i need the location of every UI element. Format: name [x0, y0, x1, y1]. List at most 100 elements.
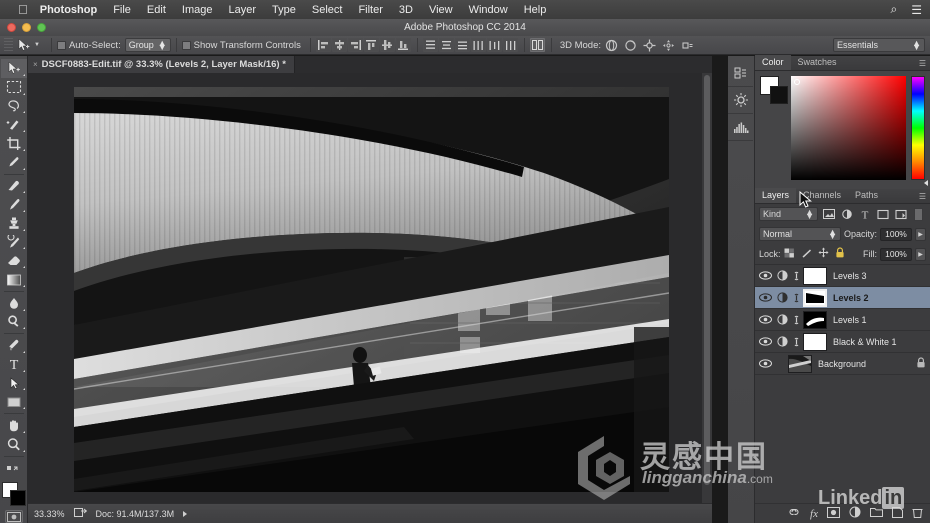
crop-tool[interactable] [1, 134, 27, 153]
canvas-vertical-scrollbar[interactable] [702, 73, 712, 503]
spot-healing-brush-tool[interactable] [1, 176, 27, 195]
fill-stepper[interactable]: ▶ [915, 247, 926, 261]
3d-roll-icon[interactable] [624, 39, 637, 52]
hue-slider[interactable] [911, 76, 925, 180]
apple-menu-icon[interactable]:  [18, 3, 28, 16]
close-icon[interactable]: × [33, 60, 38, 69]
menu-item-3d[interactable]: 3D [399, 4, 413, 16]
layer-visibility-icon[interactable] [755, 359, 775, 368]
layer-visibility-icon[interactable] [755, 315, 775, 324]
align-horizontal-centers-button[interactable] [331, 38, 347, 52]
color-panel-swatches[interactable] [760, 76, 788, 104]
delete-layer-icon[interactable] [912, 507, 923, 521]
auto-align-layers-button[interactable] [529, 38, 545, 52]
eyedropper-tool[interactable] [1, 153, 27, 172]
auto-select-checkbox[interactable] [56, 40, 66, 50]
tab-paths[interactable]: Paths [848, 188, 885, 203]
gradient-tool[interactable] [1, 270, 27, 289]
table-row[interactable]: Levels 3 [755, 265, 930, 287]
menu-item-help[interactable]: Help [524, 4, 547, 16]
document-image[interactable] [74, 87, 669, 492]
table-row[interactable]: Black & White 1 [755, 331, 930, 353]
fill-value[interactable]: 100% [880, 247, 912, 261]
options-bar-grip[interactable] [4, 37, 13, 53]
auto-select-dropdown[interactable]: Group ▲ ▼ [124, 38, 171, 52]
layer-mask-thumbnail[interactable] [803, 332, 827, 351]
tab-channels[interactable]: Channels [796, 188, 848, 203]
table-row[interactable]: Levels 2 [755, 287, 930, 309]
new-group-icon[interactable] [870, 507, 883, 520]
3d-drag-icon[interactable] [643, 39, 656, 52]
notification-center-icon[interactable]: ☰ [911, 3, 922, 17]
history-panel-icon[interactable] [728, 60, 753, 87]
layer-mask-link-icon[interactable] [790, 292, 803, 304]
menu-item-photoshop[interactable]: Photoshop [40, 4, 97, 16]
add-layer-style-icon[interactable]: fx [810, 508, 818, 520]
workspace-selector[interactable]: Essentials ▲ ▼ [833, 38, 925, 52]
distribute-bottom-edges-button[interactable] [454, 38, 470, 52]
menu-item-type[interactable]: Type [272, 4, 296, 16]
menu-item-image[interactable]: Image [182, 4, 213, 16]
color-background-swatch[interactable] [770, 86, 788, 104]
canvas-area[interactable] [28, 73, 712, 503]
quick-mask-mode-icon[interactable] [4, 510, 23, 523]
lock-position-icon[interactable] [818, 247, 829, 261]
color-panel-menu-icon[interactable]: ☰ [919, 59, 926, 68]
dodge-tool[interactable] [1, 313, 27, 332]
menu-item-edit[interactable]: Edit [147, 4, 166, 16]
spotlight-search-icon[interactable]: ⌕ [891, 2, 898, 17]
color-swatches[interactable] [1, 481, 27, 507]
eraser-tool[interactable] [1, 251, 27, 270]
new-adjustment-layer-icon[interactable] [849, 506, 861, 521]
layer-mask-thumbnail[interactable] [803, 288, 827, 307]
distribute-vertical-centers-button[interactable] [438, 38, 454, 52]
layer-filter-toggle[interactable] [911, 207, 926, 221]
show-transform-controls-checkbox[interactable] [181, 40, 191, 50]
menu-item-file[interactable]: File [113, 4, 131, 16]
status-menu-arrow-icon[interactable] [183, 510, 188, 517]
table-row[interactable]: Background [755, 353, 930, 375]
layer-mask-link-icon[interactable] [790, 314, 803, 326]
filter-adjustment-layers-icon[interactable] [839, 207, 854, 221]
histogram-panel-icon[interactable] [728, 114, 753, 141]
filter-smart-objects-icon[interactable] [893, 207, 908, 221]
pen-tool[interactable] [1, 336, 27, 355]
layer-thumbnail[interactable] [788, 354, 812, 373]
lock-all-icon[interactable] [835, 247, 845, 261]
tab-layers[interactable]: Layers [755, 188, 797, 203]
blur-tool[interactable] [1, 294, 27, 313]
color-picker-field[interactable] [791, 76, 906, 180]
layer-filter-kind-dropdown[interactable]: Kind ▲ ▼ [759, 207, 818, 221]
background-color-swatch[interactable] [9, 490, 26, 507]
menu-item-layer[interactable]: Layer [228, 4, 256, 16]
menu-item-window[interactable]: Window [469, 4, 508, 16]
rectangle-shape-tool[interactable] [1, 392, 27, 411]
history-brush-tool[interactable] [1, 233, 27, 252]
color-picker-marker[interactable] [794, 79, 800, 85]
menu-item-filter[interactable]: Filter [358, 4, 382, 16]
path-selection-tool[interactable] [1, 374, 27, 393]
hand-tool[interactable] [1, 416, 27, 435]
table-row[interactable]: Levels 1 [755, 309, 930, 331]
align-left-edges-button[interactable] [315, 38, 331, 52]
add-layer-mask-icon[interactable] [827, 506, 840, 521]
color-panel[interactable] [755, 71, 930, 189]
rectangular-marquee-tool[interactable] [1, 78, 27, 97]
lock-image-pixels-icon[interactable] [801, 248, 812, 261]
screen-mode-icon[interactable] [73, 507, 87, 521]
layers-panel-menu-icon[interactable]: ☰ [919, 192, 926, 201]
tab-swatches[interactable]: Swatches [791, 55, 844, 70]
filter-shape-layers-icon[interactable] [875, 207, 890, 221]
blend-mode-dropdown[interactable]: Normal ▲ ▼ [759, 227, 841, 241]
layer-visibility-icon[interactable] [755, 271, 775, 280]
lasso-tool[interactable] [1, 97, 27, 116]
3d-slide-icon[interactable] [662, 39, 675, 52]
new-layer-icon[interactable] [892, 506, 903, 521]
brush-tool[interactable] [1, 195, 27, 214]
filter-type-layers-icon[interactable]: T [857, 207, 872, 221]
zoom-tool[interactable] [1, 435, 27, 454]
layer-mask-link-icon[interactable] [790, 270, 803, 282]
layer-mask-link-icon[interactable] [790, 336, 803, 348]
layer-visibility-icon[interactable] [755, 337, 775, 346]
layer-mask-thumbnail[interactable] [803, 266, 827, 285]
